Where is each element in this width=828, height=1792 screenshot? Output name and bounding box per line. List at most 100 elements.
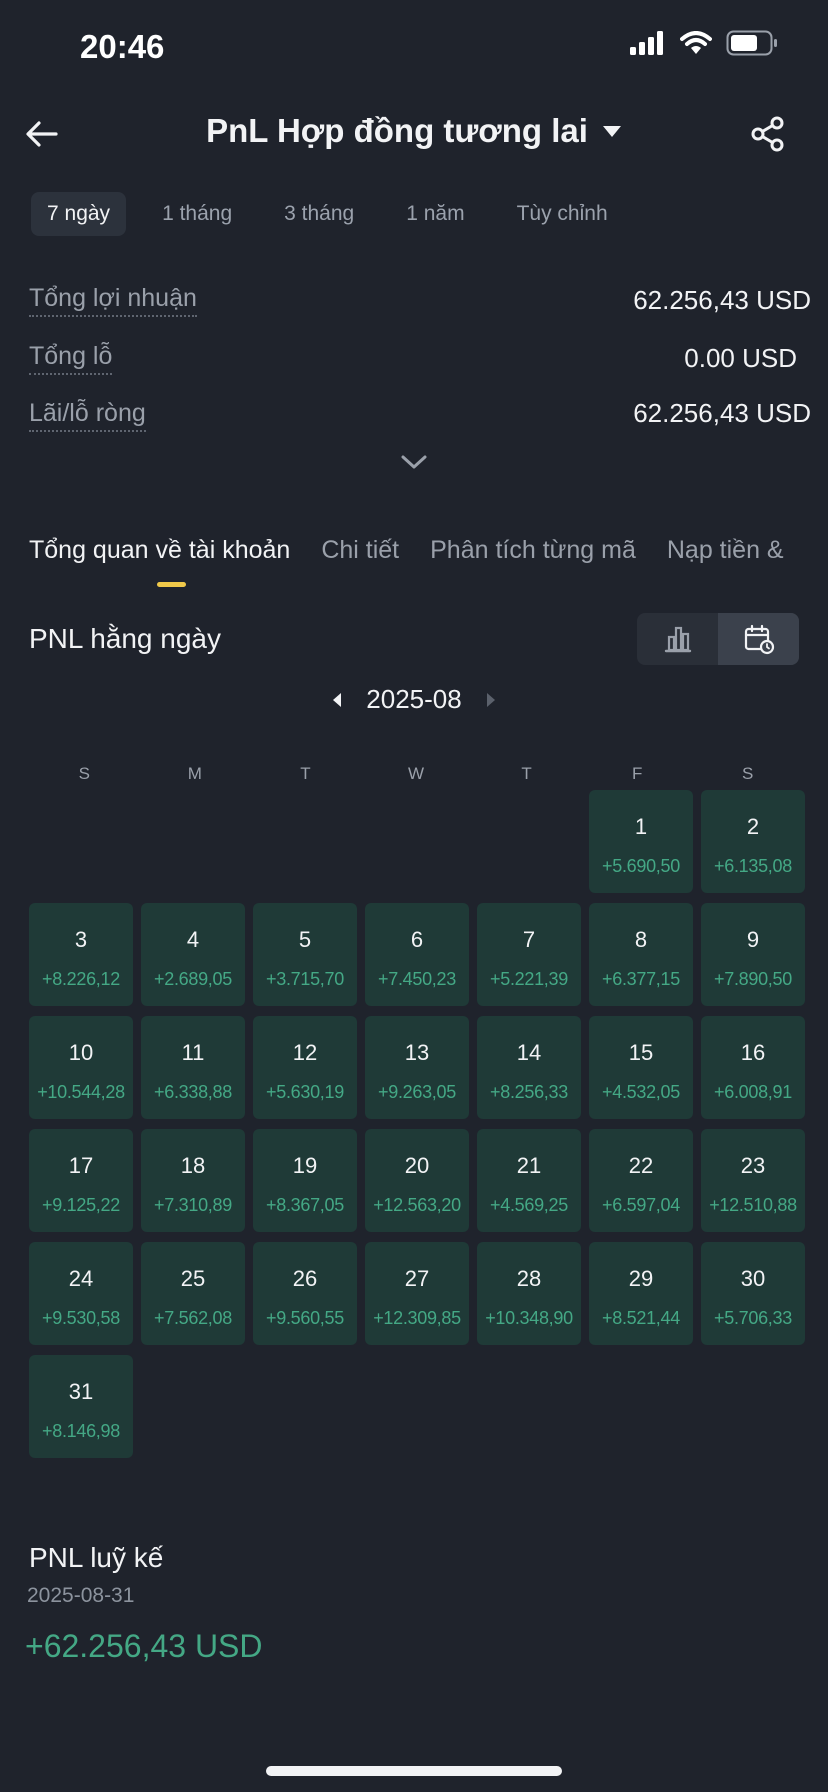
day-pnl-value: +10.348,90 [485,1308,573,1328]
day-number: 14 [516,1040,542,1065]
day-number: 21 [516,1153,542,1178]
home-indicator [266,1766,562,1776]
calendar-day-cell[interactable]: 20 +12.563,20 [365,1129,469,1232]
day-number: 12 [292,1040,318,1065]
cumulative-pnl-title: PNL luỹ kế [29,1542,164,1573]
total-profit-value: 62.256,43 USD [633,285,811,315]
calendar-day-cell[interactable]: 24 +9.530,58 [29,1242,133,1345]
weekday-header: S M T W T F S [29,764,803,784]
period-1-year[interactable]: 1 năm [390,192,480,236]
calendar-day-cell[interactable]: 2 +6.135,08 [701,790,805,893]
calendar-day-cell[interactable]: 19 +8.367,05 [253,1129,357,1232]
calendar-day-cell[interactable]: 31 +8.146,98 [29,1355,133,1458]
tab-deposit[interactable]: Nạp tiền & [667,536,784,565]
day-pnl-value: +3.715,70 [266,969,344,989]
calendar-blank-cell [141,790,245,893]
share-icon [751,116,784,152]
total-loss-label[interactable]: Tổng lỗ [29,342,113,375]
calendar-day-cell[interactable]: 8 +6.377,15 [589,903,693,1006]
calendar-day-cell[interactable]: 22 +6.597,04 [589,1129,693,1232]
day-number: 9 [746,927,760,952]
chart-view-button[interactable] [637,613,718,665]
current-month: 2025-08 [366,684,462,714]
weekday-label: T [300,764,311,783]
share-button[interactable] [748,114,788,154]
calendar-day-cell[interactable]: 14 +8.256,33 [477,1016,581,1119]
day-number: 5 [298,927,312,952]
section-tabs: Tổng quan về tài khoản Chi tiết Phân tíc… [29,536,815,565]
calendar-day-cell[interactable]: 10 +10.544,28 [29,1016,133,1119]
calendar-day-cell[interactable]: 11 +6.338,88 [141,1016,245,1119]
header-title-dropdown[interactable]: PnL Hợp đồng tương lai [0,112,828,150]
calendar-day-cell[interactable]: 25 +7.562,08 [141,1242,245,1345]
tab-account-overview[interactable]: Tổng quan về tài khoản [29,536,290,565]
wifi-icon [680,31,712,54]
calendar-day-cell[interactable]: 7 +5.221,39 [477,903,581,1006]
day-number: 6 [410,927,424,952]
active-tab-indicator [157,582,186,587]
daily-pnl-title: PNL hằng ngày [29,623,221,654]
day-pnl-value: +7.310,89 [154,1195,232,1215]
weekday-label: W [407,764,425,783]
day-number: 24 [68,1266,94,1291]
triangle-left-icon[interactable] [330,691,344,709]
net-pnl-label[interactable]: Lãi/lỗ ròng [29,399,146,432]
calendar-day-cell[interactable]: 13 +9.263,05 [365,1016,469,1119]
day-number: 23 [740,1153,766,1178]
weekday-label: T [521,764,532,783]
day-pnl-value: +6.377,15 [602,969,680,989]
period-custom[interactable]: Tùy chỉnh [501,192,624,236]
day-pnl-value: +6.338,88 [154,1082,232,1102]
day-number: 20 [404,1153,430,1178]
period-1-month[interactable]: 1 tháng [146,192,248,236]
calendar-day-cell[interactable]: 30 +5.706,33 [701,1242,805,1345]
day-number: 28 [516,1266,542,1291]
calendar-day-cell[interactable]: 28 +10.348,90 [477,1242,581,1345]
calendar-day-cell[interactable]: 3 +8.226,12 [29,903,133,1006]
calendar-day-cell[interactable]: 9 +7.890,50 [701,903,805,1006]
cumulative-pnl-date: 2025-08-31 [27,1584,135,1607]
calendar-day-cell[interactable]: 21 +4.569,25 [477,1129,581,1232]
period-3-months[interactable]: 3 tháng [268,192,370,236]
calendar-day-cell[interactable]: 26 +9.560,55 [253,1242,357,1345]
month-navigator: 2025-08 [0,684,828,716]
calendar-day-cell[interactable]: 17 +9.125,22 [29,1129,133,1232]
calendar-day-cell[interactable]: 12 +5.630,19 [253,1016,357,1119]
calendar-day-cell[interactable]: 6 +7.450,23 [365,903,469,1006]
chevron-down-icon [401,455,427,469]
calendar-day-cell[interactable]: 1 +5.690,50 [589,790,693,893]
day-pnl-value: +9.560,55 [266,1308,344,1328]
status-time: 20:46 [80,28,165,65]
day-number: 3 [74,927,88,952]
calendar-day-cell[interactable]: 18 +7.310,89 [141,1129,245,1232]
calendar-day-cell[interactable]: 4 +2.689,05 [141,903,245,1006]
day-number: 26 [292,1266,318,1291]
bar-chart-icon [664,626,691,653]
day-pnl-value: +8.521,44 [602,1308,680,1328]
calendar-day-cell[interactable]: 15 +4.532,05 [589,1016,693,1119]
day-pnl-value: +8.146,98 [42,1421,120,1441]
total-profit-label[interactable]: Tổng lợi nhuận [29,284,197,317]
calendar-day-cell[interactable]: 27 +12.309,85 [365,1242,469,1345]
expand-summary-button[interactable] [398,450,430,474]
tab-symbol-analysis[interactable]: Phân tích từng mã [430,536,636,565]
calendar-day-cell[interactable]: 29 +8.521,44 [589,1242,693,1345]
day-number: 17 [68,1153,94,1178]
day-number: 11 [181,1040,205,1065]
weekday-label: F [631,764,643,783]
day-pnl-value: +9.125,22 [42,1195,120,1215]
calendar-blank-cell [365,790,469,893]
calendar-day-cell[interactable]: 16 +6.008,91 [701,1016,805,1119]
triangle-right-icon[interactable] [484,691,498,709]
calendar-day-cell[interactable]: 5 +3.715,70 [253,903,357,1006]
weekday-label: S [742,764,754,783]
signal-icon [630,31,663,55]
calendar-day-cell[interactable]: 23 +12.510,88 [701,1129,805,1232]
day-pnl-value: +9.263,05 [378,1082,456,1102]
day-number: 27 [404,1266,430,1291]
period-7-days[interactable]: 7 ngày [31,192,127,236]
calendar-icon [744,624,774,655]
day-pnl-value: +12.563,20 [373,1195,461,1215]
tab-details[interactable]: Chi tiết [321,536,399,565]
calendar-view-button[interactable] [718,613,799,665]
